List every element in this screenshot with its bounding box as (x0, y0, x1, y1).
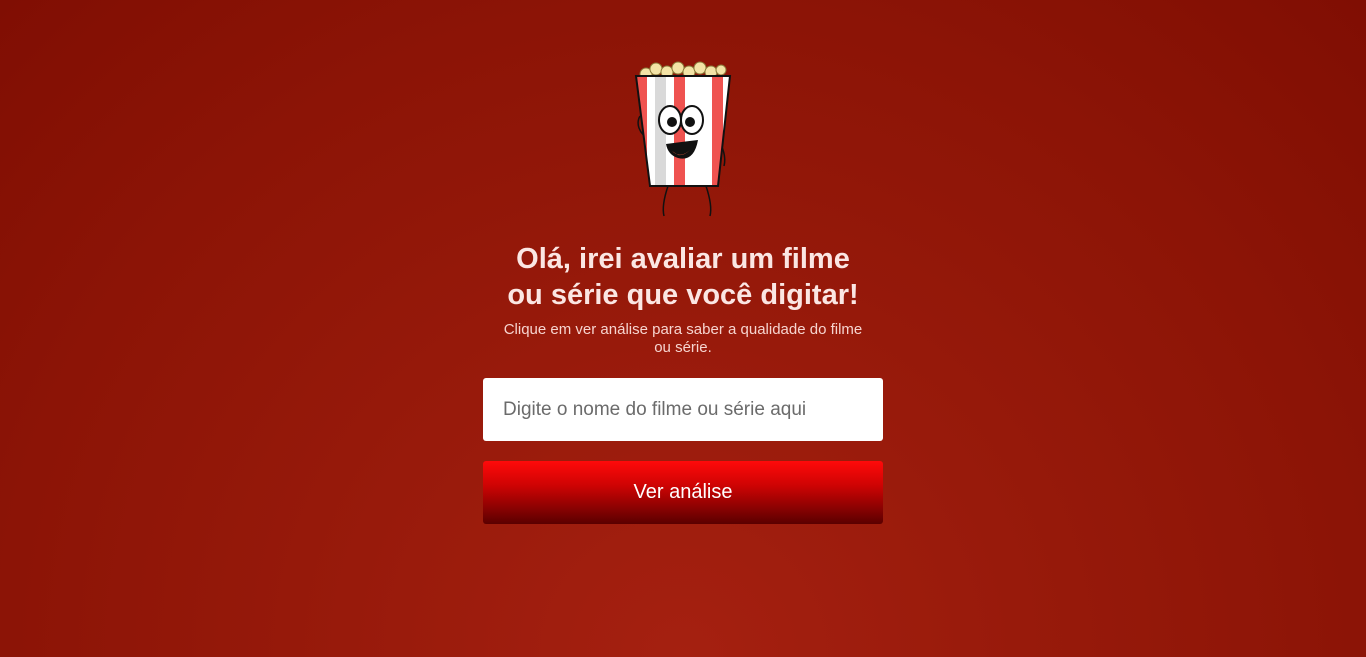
popcorn-mascot-icon (634, 61, 732, 217)
main-card: Olá, irei avaliar um filme ou série que … (483, 0, 883, 524)
title-line-1: Olá, irei avaliar um filme (516, 243, 850, 275)
analyze-button[interactable]: Ver análise (483, 461, 883, 524)
subtitle-line-1: Clique em ver análise para saber a quali… (503, 321, 863, 338)
title-line-2: ou série que você digitar! (507, 279, 859, 311)
page-subtitle: Clique em ver análise para saber a quali… (483, 321, 883, 357)
page-title: Olá, irei avaliar um filme ou série que … (483, 241, 883, 313)
subtitle-line-2: ou série. (654, 339, 712, 356)
search-input[interactable] (483, 378, 883, 441)
